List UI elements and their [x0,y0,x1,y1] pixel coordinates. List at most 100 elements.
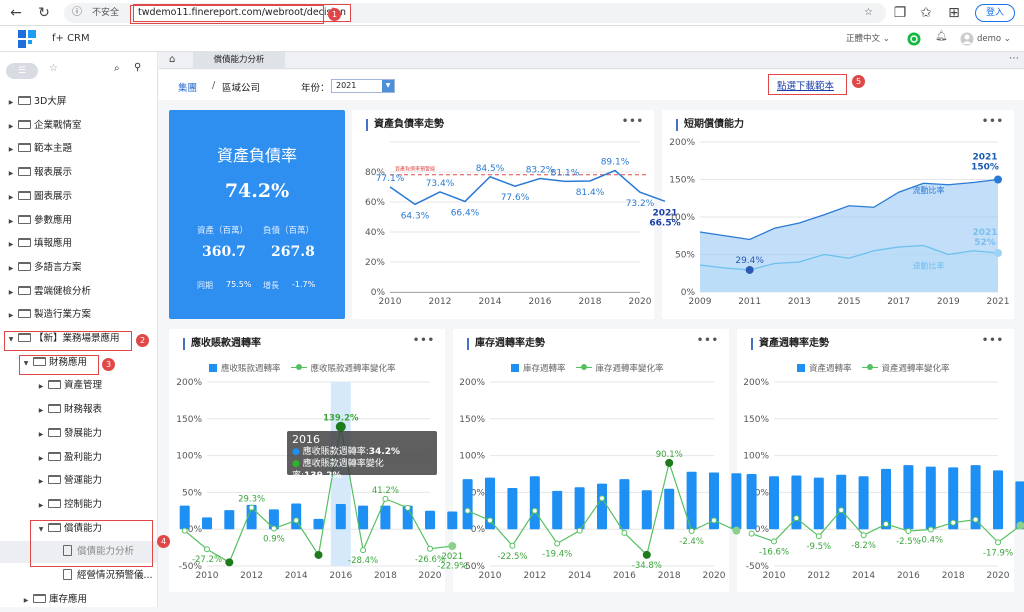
badge-3: 3 [102,358,115,371]
change-rate-label: 41.2% [372,486,399,496]
y-tick-label: 100% [459,452,485,462]
debt-ratio-point-label: 81.4% [576,188,605,198]
debt-ratio-point-label: 66.4% [451,208,480,218]
x-tick-label: 2020 [629,297,652,307]
turnover-bar [358,505,369,530]
quick-ratio-point-label: 29.4% [735,256,764,266]
x-tick-label: 2016 [613,571,636,581]
y-tick-label: 200% [176,378,202,388]
y-tick-label: 0% [471,525,486,535]
quick-ratio-marker [745,265,754,274]
change-rate-marker [404,504,411,511]
change-rate-marker [204,546,210,553]
turnover-bar [224,510,235,530]
turnover-bar [462,479,473,530]
change-rate-label: -27.2% [192,555,222,565]
x-tick-label: 2012 [429,297,452,307]
turnover-bar [425,510,435,530]
max-marker [665,458,674,467]
x-tick-label: 2020 [419,571,442,581]
change-rate-marker [688,527,695,534]
change-rate-marker [382,495,389,502]
debt-ratio-point-label: 81.1% [551,168,580,178]
change-rate-marker [248,504,255,511]
x-tick-label: 2018 [579,297,602,307]
quick-ratio-end-label: 2021 52% [972,228,997,248]
x-tick-label: 2011 [738,297,761,307]
turnover-bar [836,474,847,530]
min-marker [225,558,234,567]
tooltip-year: 2016 [292,433,320,446]
change-rate-label: 29.3% [238,495,265,505]
change-rate-marker [711,517,717,524]
change-rate-marker [621,529,628,536]
change-rate-marker [771,538,777,545]
turnover-bar [746,474,757,530]
change-rate-marker [748,530,755,537]
x-tick-label: 2020 [703,571,726,581]
x-tick-label: 2019 [937,297,960,307]
x-axis-line [390,292,640,293]
end-marker [732,526,741,535]
quick-ratio-end-marker [994,249,1002,257]
turnover-bar [731,473,742,530]
change-rate-marker [883,521,889,528]
turnover-bar [641,490,652,530]
y-tick-label: 150% [669,176,695,186]
debt-ratio-point-label: 84.5% [476,164,505,174]
change-rate-marker [838,507,845,514]
y-tick-label: 150% [743,415,769,425]
change-rate-marker [815,533,822,540]
change-rate-marker [531,507,538,514]
change-rate-label: -16.6% [759,547,789,557]
debt-ratio-point-label: 77.1% [376,174,405,184]
turnover-bar [664,488,675,530]
y-tick-label: 0% [188,525,203,535]
change-rate-label: -19.4% [542,549,572,559]
change-rate-marker [972,516,979,523]
x-tick-label: 2010 [479,571,502,581]
y-tick-label: 200% [459,378,485,388]
turnover-bar [335,504,346,530]
change-rate-label: -9.5% [806,542,831,552]
y-tick-label: 200% [743,378,769,388]
badge-5: 5 [852,75,865,88]
change-rate-marker [487,517,493,524]
y-tick-label: 0% [755,525,770,535]
y-tick-label: 20% [365,258,385,268]
turnover-bar [574,487,585,530]
change-rate-marker [554,540,561,547]
turnover-bar [179,505,190,530]
x-tick-label: 2012 [807,571,830,581]
change-rate-marker [293,517,300,524]
x-tick-label: 2012 [523,571,546,581]
y-tick-label: 40% [365,228,385,238]
change-rate-marker [950,519,957,526]
change-rate-label: -2.4% [679,537,704,547]
turnover-bar [903,465,914,530]
current-ratio-end-label: 2021 150% [971,153,999,173]
change-rate-label: -22.5% [497,552,527,562]
x-tick-label: 2021 [987,297,1010,307]
change-rate-label: -34.8% [632,561,662,571]
x-tick-label: 2015 [838,297,861,307]
turnover-bar [202,517,212,530]
turnover-bar [313,518,324,530]
change-rate-label: 0.9% [263,535,285,545]
x-tick-label: 2018 [374,571,397,581]
end-marker [448,542,457,551]
change-rate-marker [427,545,433,552]
change-rate-marker [927,526,934,533]
debt-ratio-point-label: 77.6% [501,193,530,203]
turnover-bar [858,476,869,530]
x-tick-label: 2018 [658,571,681,581]
x-tick-label: 2014 [285,571,308,581]
x-tick-label: 2010 [196,571,219,581]
change-rate-label: -28.4% [348,556,378,566]
x-tick-label: 2018 [942,571,965,581]
x-tick-label: 2013 [788,297,811,307]
change-rate-marker [599,495,605,502]
change-rate-label: -8.2% [851,541,876,551]
change-rate-marker [464,507,471,514]
turnover-bar [619,479,630,530]
